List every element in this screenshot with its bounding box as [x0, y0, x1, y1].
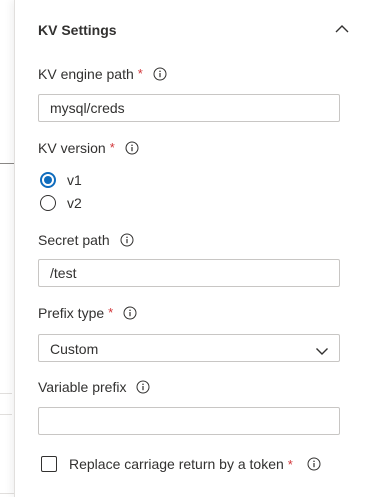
radio-button[interactable]: [40, 195, 56, 211]
background-divider: [0, 493, 14, 494]
background-field-fragment: [0, 393, 12, 415]
chevron-down-icon: [315, 343, 329, 355]
kv-settings-panel: KV Settings KV engine path * KV versi: [14, 0, 388, 497]
required-marker: *: [109, 140, 115, 155]
variable-prefix-label: Variable prefix: [38, 378, 150, 396]
radio-label: v1: [67, 172, 82, 188]
background-page-edge: [0, 0, 14, 497]
required-marker: *: [287, 456, 293, 472]
prefix-type-dropdown[interactable]: Custom: [38, 334, 340, 362]
prefix-type-label-text: Prefix type: [38, 305, 105, 321]
kv-version-label-text: KV version: [38, 140, 106, 156]
kv-engine-path-label: KV engine path *: [38, 65, 167, 83]
kv-engine-path-label-text: KV engine path: [38, 66, 134, 82]
info-icon[interactable]: [307, 457, 321, 471]
background-divider: [0, 163, 14, 164]
info-icon[interactable]: [123, 306, 137, 320]
info-icon[interactable]: [120, 233, 134, 247]
prefix-type-label: Prefix type *: [38, 304, 137, 322]
info-icon[interactable]: [153, 67, 167, 81]
required-marker: *: [108, 305, 114, 320]
variable-prefix-input[interactable]: [38, 407, 340, 435]
section-title: KV Settings: [38, 22, 117, 38]
replace-carriage-return-label: Replace carriage return by a token: [69, 456, 284, 472]
info-icon[interactable]: [136, 380, 150, 394]
chevron-up-icon[interactable]: [331, 18, 353, 40]
kv-version-option-v1[interactable]: v1: [40, 170, 82, 190]
radio-label: v2: [67, 195, 82, 211]
kv-version-option-v2[interactable]: v2: [40, 193, 82, 213]
kv-settings-section-header[interactable]: KV Settings: [15, 0, 388, 60]
variable-prefix-label-text: Variable prefix: [38, 379, 127, 395]
required-marker: *: [137, 66, 143, 81]
kv-version-label: KV version *: [38, 139, 139, 157]
secret-path-input[interactable]: [38, 259, 340, 287]
replace-carriage-return-row[interactable]: Replace carriage return by a token *: [41, 454, 321, 474]
secret-path-label-text: Secret path: [38, 232, 110, 248]
radio-button-checked[interactable]: [40, 172, 56, 188]
info-icon[interactable]: [125, 141, 139, 155]
prefix-type-selected-value: Custom: [50, 341, 99, 357]
replace-carriage-return-checkbox[interactable]: [41, 456, 57, 472]
secret-path-label: Secret path: [38, 231, 134, 249]
viewport: KV Settings KV engine path * KV versi: [0, 0, 388, 497]
kv-engine-path-input[interactable]: [38, 94, 340, 122]
